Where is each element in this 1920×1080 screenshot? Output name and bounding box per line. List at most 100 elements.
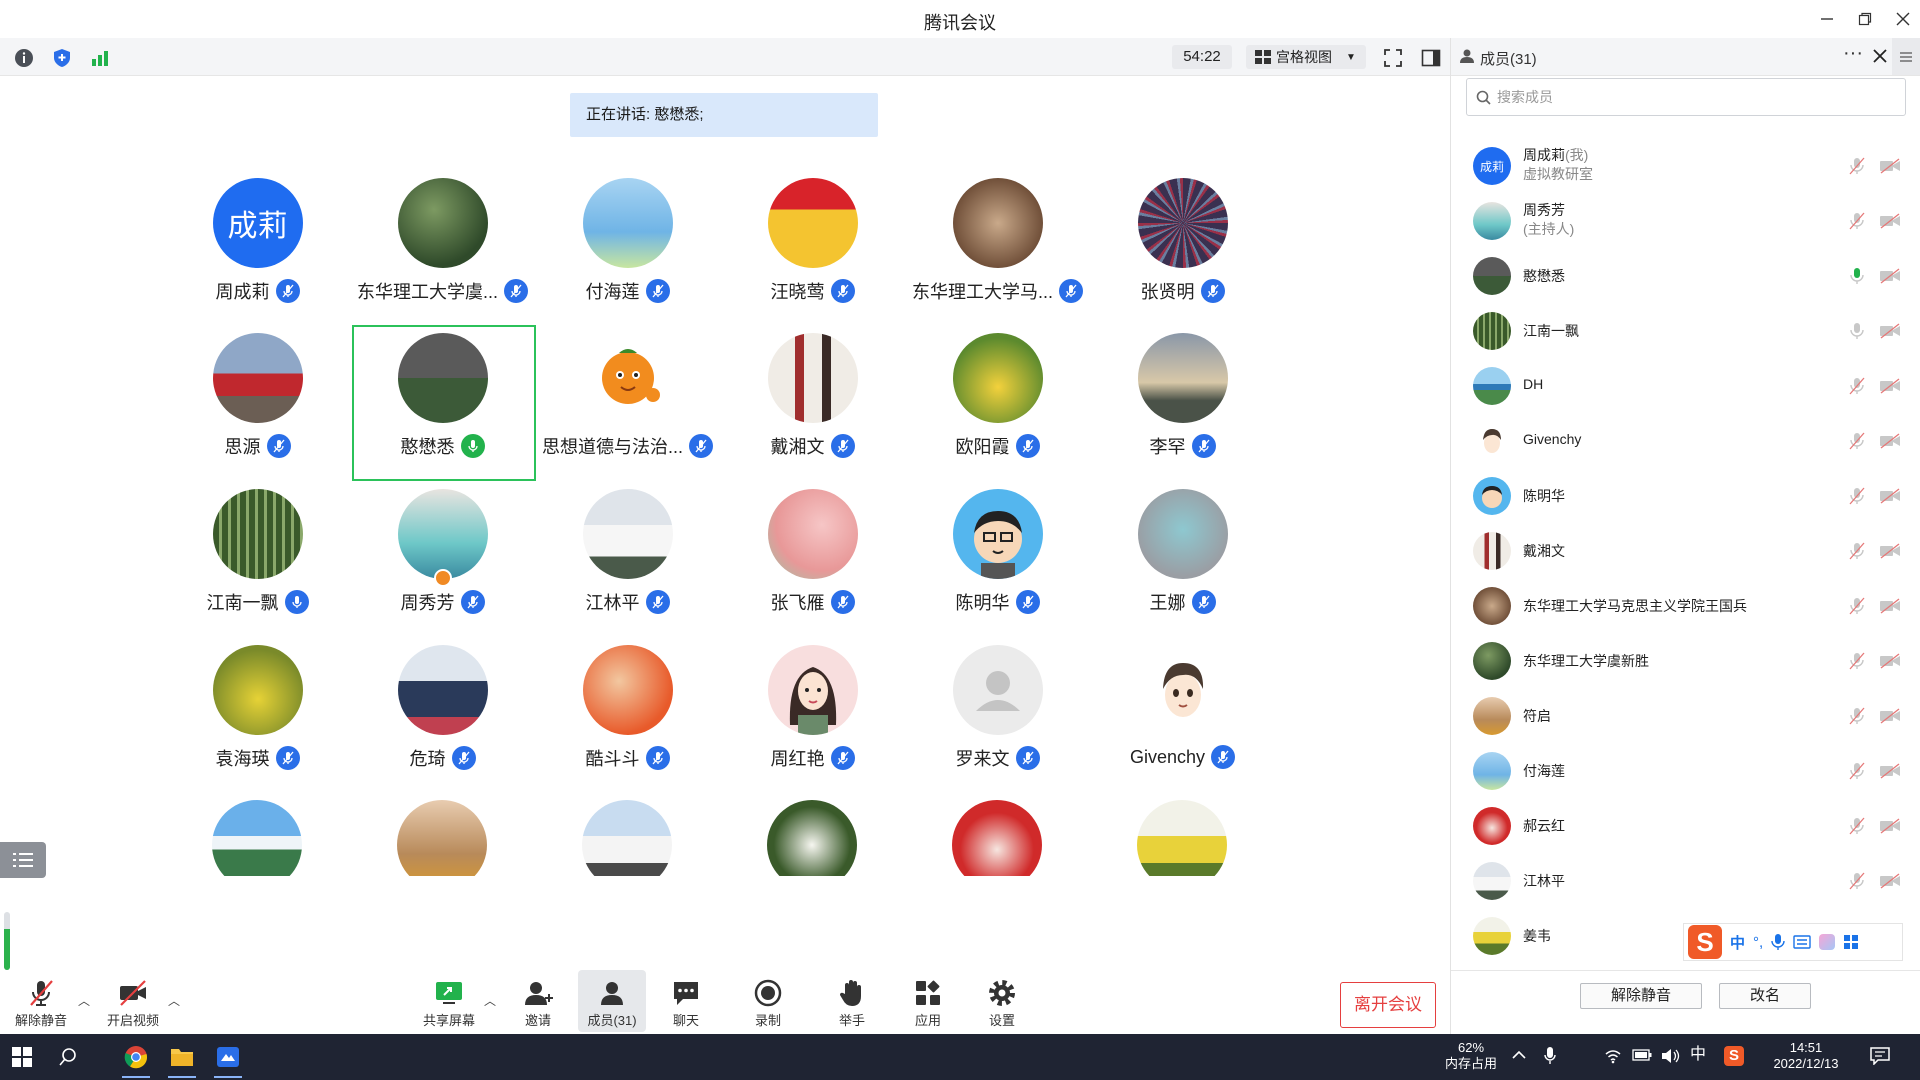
mic-muted-icon[interactable] [1849, 872, 1865, 890]
member-row[interactable]: 东华理工大学马克思主义学院王国兵 [1451, 577, 1920, 632]
camera-off-icon[interactable] [1879, 543, 1901, 559]
participant-tile[interactable]: 周秀芳 [350, 489, 535, 644]
member-row[interactable]: 成莉 周成莉(我) 虚拟教研室 [1451, 137, 1920, 192]
start-video-button[interactable]: 开启视频 [102, 970, 164, 1032]
camera-off-icon[interactable] [1879, 378, 1901, 394]
member-row[interactable]: Givenchy [1451, 412, 1920, 467]
participant-tile[interactable]: 王娜 [1090, 489, 1275, 644]
participant-tile[interactable]: 付海莲 [535, 178, 720, 333]
avatar[interactable] [212, 800, 302, 876]
taskbar-search-button[interactable] [52, 1042, 84, 1072]
share-screen-button[interactable]: 共享屏幕 [418, 970, 480, 1032]
camera-off-icon[interactable] [1879, 763, 1901, 779]
tray-wifi-icon[interactable] [1604, 1048, 1622, 1068]
mic-muted-icon[interactable] [1849, 817, 1865, 835]
memory-usage[interactable]: 62% 内存占用 [1436, 1040, 1506, 1072]
mic-speaking-icon[interactable] [1849, 267, 1865, 285]
participant-tile[interactable]: 欧阳霞 [905, 333, 1090, 488]
participant-tile[interactable]: 江南一飘 [165, 489, 350, 644]
avatar[interactable] [582, 800, 672, 876]
start-button[interactable] [6, 1042, 38, 1072]
record-button[interactable]: 录制 [740, 970, 796, 1032]
list-toggle-button[interactable] [0, 842, 46, 878]
video-options-chevron-icon[interactable]: ︿ [168, 992, 180, 1009]
mic-muted-icon[interactable] [1849, 707, 1865, 725]
camera-off-icon[interactable] [1879, 708, 1901, 724]
search-members-input[interactable]: 搜索成员 [1466, 78, 1906, 116]
audio-options-chevron-icon[interactable]: ︿ [78, 992, 90, 1009]
avatar[interactable] [397, 800, 487, 876]
taskbar-file-explorer[interactable] [166, 1042, 198, 1078]
member-row[interactable]: 郝云红 [1451, 797, 1920, 852]
tray-chevron-up-icon[interactable] [1512, 1048, 1526, 1064]
signal-bars-icon[interactable] [89, 47, 111, 69]
share-options-chevron-icon[interactable]: ︿ [484, 992, 496, 1009]
minimize-button[interactable] [1810, 6, 1844, 32]
camera-off-icon[interactable] [1879, 653, 1901, 669]
ime-menu-icon[interactable] [1843, 934, 1859, 950]
mic-muted-icon[interactable] [1849, 487, 1865, 505]
mic-muted-icon[interactable] [1849, 652, 1865, 670]
unmute-button[interactable]: 解除静音 [10, 970, 72, 1032]
apps-button[interactable]: 应用 [900, 970, 956, 1032]
rename-button[interactable]: 改名 [1719, 983, 1811, 1009]
mic-muted-icon[interactable] [1849, 157, 1865, 175]
notification-center-icon[interactable] [1870, 1047, 1890, 1069]
camera-off-icon[interactable] [1879, 433, 1901, 449]
participant-tile[interactable]: 周红艳 [720, 645, 905, 800]
member-row[interactable]: 陈明华 [1451, 467, 1920, 522]
avatar[interactable] [1137, 800, 1227, 876]
avatar[interactable] [767, 800, 857, 876]
camera-off-icon[interactable] [1879, 158, 1901, 174]
ime-language[interactable]: 中 [1730, 932, 1745, 953]
participant-tile[interactable]: 成莉 周成莉 [165, 178, 350, 333]
tray-ime-language[interactable]: 中 [1690, 1047, 1706, 1063]
camera-off-icon[interactable] [1879, 213, 1901, 229]
member-row[interactable]: 付海莲 [1451, 742, 1920, 797]
mic-on-icon[interactable] [1849, 322, 1865, 340]
voice-input-icon[interactable] [1771, 933, 1785, 951]
close-window-button[interactable] [1886, 6, 1920, 32]
member-row[interactable]: 江林平 [1451, 852, 1920, 907]
participant-tile[interactable]: 张贤明 [1090, 178, 1275, 333]
mic-muted-icon[interactable] [1849, 432, 1865, 450]
leave-meeting-button[interactable]: 离开会议 [1340, 982, 1436, 1028]
restore-button[interactable] [1848, 6, 1882, 32]
avatar[interactable] [952, 800, 1042, 876]
camera-off-icon[interactable] [1879, 488, 1901, 504]
member-row[interactable]: 东华理工大学虞新胜 [1451, 632, 1920, 687]
member-row[interactable]: 憨懋悉 [1451, 247, 1920, 302]
tray-battery-icon[interactable] [1632, 1049, 1652, 1065]
members-button[interactable]: 成员(31) [578, 970, 646, 1032]
punctuation-icon[interactable]: °, [1753, 934, 1763, 951]
participant-tile[interactable]: 思源 [165, 333, 350, 488]
participant-tile[interactable]: 东华理工大学马... [905, 178, 1090, 333]
tray-sogou-icon[interactable]: S [1724, 1046, 1744, 1066]
member-row[interactable]: 戴湘文 [1451, 522, 1920, 577]
participant-tile[interactable]: 罗来文 [905, 645, 1090, 800]
camera-off-icon[interactable] [1879, 598, 1901, 614]
panel-menu-icon[interactable] [1892, 38, 1920, 75]
chat-button[interactable]: 聊天 [658, 970, 714, 1032]
participant-tile[interactable]: 陈明华 [905, 489, 1090, 644]
participant-tile[interactable]: 东华理工大学虞... [350, 178, 535, 333]
view-mode-dropdown[interactable]: 宫格视图 ▼ [1246, 45, 1366, 69]
skin-icon[interactable] [1819, 934, 1836, 950]
participant-tile[interactable]: 江林平 [535, 489, 720, 644]
camera-off-icon[interactable] [1879, 873, 1901, 889]
tray-volume-icon[interactable] [1660, 1047, 1680, 1069]
more-options-icon[interactable]: ··· [1843, 42, 1863, 65]
member-row[interactable]: 周秀芳 (主持人) [1451, 192, 1920, 247]
unmute-all-button[interactable]: 解除静音 [1580, 983, 1702, 1009]
taskbar-chrome[interactable] [120, 1042, 152, 1078]
camera-off-icon[interactable] [1879, 323, 1901, 339]
ime-toolbar[interactable]: S 中 °, [1683, 923, 1903, 961]
member-row[interactable]: 符启 [1451, 687, 1920, 742]
close-icon[interactable] [1873, 49, 1887, 63]
member-row[interactable]: 江南一飘 [1451, 302, 1920, 357]
participant-tile[interactable]: 危琦 [350, 645, 535, 800]
mic-muted-icon[interactable] [1849, 377, 1865, 395]
clock[interactable]: 14:51 2022/12/13 [1756, 1040, 1856, 1072]
participant-tile[interactable]: 戴湘文 [720, 333, 905, 488]
camera-off-icon[interactable] [1879, 818, 1901, 834]
